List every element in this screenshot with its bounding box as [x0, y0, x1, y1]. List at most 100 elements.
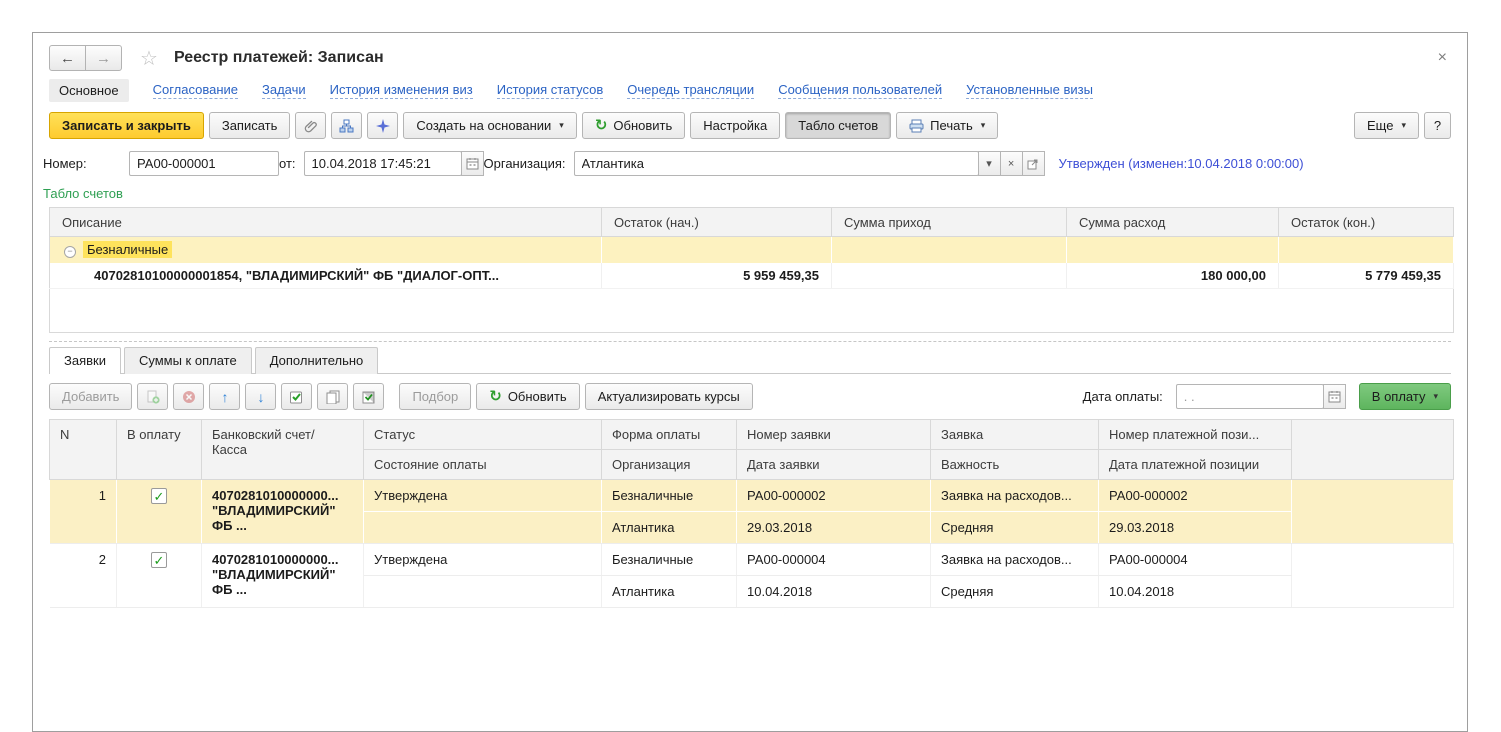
number-input[interactable]: [129, 151, 279, 176]
account-balance-start[interactable]: 5 959 459,35: [602, 263, 832, 289]
close-icon[interactable]: ×: [1432, 49, 1453, 67]
nav-item-soglasovanie[interactable]: Согласование: [153, 82, 238, 99]
delete-row-button[interactable]: [173, 383, 204, 410]
checkbox-checked[interactable]: ✓: [151, 552, 167, 568]
back-button[interactable]: ←: [49, 45, 86, 71]
row-importance[interactable]: Средняя: [931, 576, 1099, 608]
organization-dropdown-button[interactable]: ▾: [978, 151, 1001, 176]
account-expense[interactable]: 180 000,00: [1067, 263, 1279, 289]
column-header-request-date[interactable]: Дата заявки: [737, 450, 931, 480]
discuss-button[interactable]: [367, 112, 398, 139]
favorites-star-icon[interactable]: ☆: [140, 46, 158, 71]
row-payment-form[interactable]: Безналичные: [602, 544, 737, 576]
column-header-status[interactable]: Статус: [364, 420, 602, 450]
checkbox-checked[interactable]: ✓: [151, 488, 167, 504]
move-up-button[interactable]: ↑: [209, 383, 240, 410]
nav-item-ochered-translyacii[interactable]: Очередь трансляции: [627, 82, 754, 99]
column-header-expense[interactable]: Сумма расход: [1067, 208, 1279, 237]
forward-button[interactable]: →: [85, 45, 122, 71]
tab-summy-k-oplate[interactable]: Суммы к оплате: [124, 347, 252, 374]
copy-row-button[interactable]: [137, 383, 168, 410]
organization-input[interactable]: [574, 151, 979, 176]
nav-item-istoriya-viz[interactable]: История изменения виз: [330, 82, 473, 99]
nav-item-soobscheniya[interactable]: Сообщения пользователей: [778, 82, 942, 99]
add-button[interactable]: Добавить: [49, 383, 132, 410]
row-number[interactable]: 2: [50, 544, 117, 608]
row-payment-position-date[interactable]: 29.03.2018: [1099, 512, 1292, 544]
row-organization[interactable]: Атлантика: [602, 512, 737, 544]
column-header-organization[interactable]: Организация: [602, 450, 737, 480]
row-check-cell[interactable]: ✓: [117, 544, 202, 608]
column-header-balance-start[interactable]: Остаток (нач.): [602, 208, 832, 237]
collapse-icon[interactable]: −: [64, 246, 76, 258]
row-payment-state[interactable]: [364, 512, 602, 544]
refresh-button[interactable]: ↻ Обновить: [582, 112, 685, 139]
column-header-payment-position-date[interactable]: Дата платежной позиции: [1099, 450, 1292, 480]
row-check-cell[interactable]: ✓: [117, 480, 202, 544]
help-button[interactable]: ?: [1424, 112, 1451, 139]
table-row[interactable]: 2 ✓ 4070281010000000... "ВЛАДИМИРСКИЙ" Ф…: [50, 544, 1454, 576]
column-header-payment-position-number[interactable]: Номер платежной пози...: [1099, 420, 1292, 450]
check-all-button[interactable]: [281, 383, 312, 410]
column-header-n[interactable]: N: [50, 420, 117, 480]
row-number[interactable]: 1: [50, 480, 117, 544]
row-request-date[interactable]: 29.03.2018: [737, 512, 931, 544]
create-based-on-button[interactable]: Создать на основании ▾: [403, 112, 576, 139]
more-button[interactable]: Еще ▾: [1354, 112, 1419, 139]
date-input[interactable]: [304, 151, 462, 176]
row-status[interactable]: Утверждена: [364, 480, 602, 512]
row-request-number[interactable]: РА00-000004: [737, 544, 931, 576]
row-request[interactable]: Заявка на расходов...: [931, 544, 1099, 576]
pay-date-calendar-button[interactable]: [1323, 384, 1346, 409]
row-payment-form[interactable]: Безналичные: [602, 480, 737, 512]
tab-zayavki[interactable]: Заявки: [49, 347, 121, 374]
print-button[interactable]: Печать ▾: [896, 112, 998, 139]
attachments-button[interactable]: [295, 112, 326, 139]
nav-item-osnovnoe[interactable]: Основное: [49, 79, 129, 102]
row-request[interactable]: Заявка на расходов...: [931, 480, 1099, 512]
row-account[interactable]: 4070281010000000... "ВЛАДИМИРСКИЙ" ФБ ..…: [202, 480, 364, 544]
row-organization[interactable]: Атлантика: [602, 576, 737, 608]
row-request-number[interactable]: РА00-000002: [737, 480, 931, 512]
nav-item-ustanovlennye-vizy[interactable]: Установленные визы: [966, 82, 1093, 99]
requests-refresh-button[interactable]: ↻ Обновить: [476, 383, 579, 410]
organization-open-button[interactable]: [1022, 151, 1045, 176]
column-header-importance[interactable]: Важность: [931, 450, 1099, 480]
save-and-close-button[interactable]: Записать и закрыть: [49, 112, 204, 139]
column-header-description[interactable]: Описание: [50, 208, 602, 237]
account-balance-end[interactable]: 5 779 459,35: [1279, 263, 1454, 289]
tab-dopolnitelno[interactable]: Дополнительно: [255, 347, 379, 374]
group-cell[interactable]: −Безналичные: [50, 237, 602, 263]
row-payment-state[interactable]: [364, 576, 602, 608]
row-importance[interactable]: Средняя: [931, 512, 1099, 544]
nav-item-istoriya-statusov[interactable]: История статусов: [497, 82, 604, 99]
column-header-request[interactable]: Заявка: [931, 420, 1099, 450]
row-account[interactable]: 4070281010000000... "ВЛАДИМИРСКИЙ" ФБ ..…: [202, 544, 364, 608]
group-row-beznalichnye[interactable]: −Безналичные: [50, 237, 1454, 263]
column-header-v-oplatu[interactable]: В оплату: [117, 420, 202, 480]
account-income[interactable]: [832, 263, 1067, 289]
column-header-balance-end[interactable]: Остаток (кон.): [1279, 208, 1454, 237]
save-button[interactable]: Записать: [209, 112, 291, 139]
nav-item-zadachi[interactable]: Задачи: [262, 82, 306, 99]
to-payment-button[interactable]: В оплату ▾: [1359, 383, 1451, 410]
account-row[interactable]: 40702810100000001854, "ВЛАДИМИРСКИЙ" ФБ …: [50, 263, 1454, 289]
table-row[interactable]: 1 ✓ 4070281010000000... "ВЛАДИМИРСКИЙ" Ф…: [50, 480, 1454, 512]
row-status[interactable]: Утверждена: [364, 544, 602, 576]
column-header-request-number[interactable]: Номер заявки: [737, 420, 931, 450]
column-header-payment-form[interactable]: Форма оплаты: [602, 420, 737, 450]
column-header-account[interactable]: Банковский счет/ Касса: [202, 420, 364, 480]
row-payment-position-number[interactable]: РА00-000004: [1099, 544, 1292, 576]
row-payment-position-number[interactable]: РА00-000002: [1099, 480, 1292, 512]
row-payment-position-date[interactable]: 10.04.2018: [1099, 576, 1292, 608]
row-request-date[interactable]: 10.04.2018: [737, 576, 931, 608]
pick-button[interactable]: Подбор: [399, 383, 471, 410]
account-description[interactable]: 40702810100000001854, "ВЛАДИМИРСКИЙ" ФБ …: [50, 263, 602, 289]
move-down-button[interactable]: ↓: [245, 383, 276, 410]
settings-button[interactable]: Настройка: [690, 112, 780, 139]
update-rates-button[interactable]: Актуализировать курсы: [585, 383, 753, 410]
pay-date-input[interactable]: [1176, 384, 1324, 409]
uncheck-all-button[interactable]: [317, 383, 348, 410]
organization-clear-button[interactable]: ×: [1000, 151, 1023, 176]
column-header-income[interactable]: Сумма приход: [832, 208, 1067, 237]
